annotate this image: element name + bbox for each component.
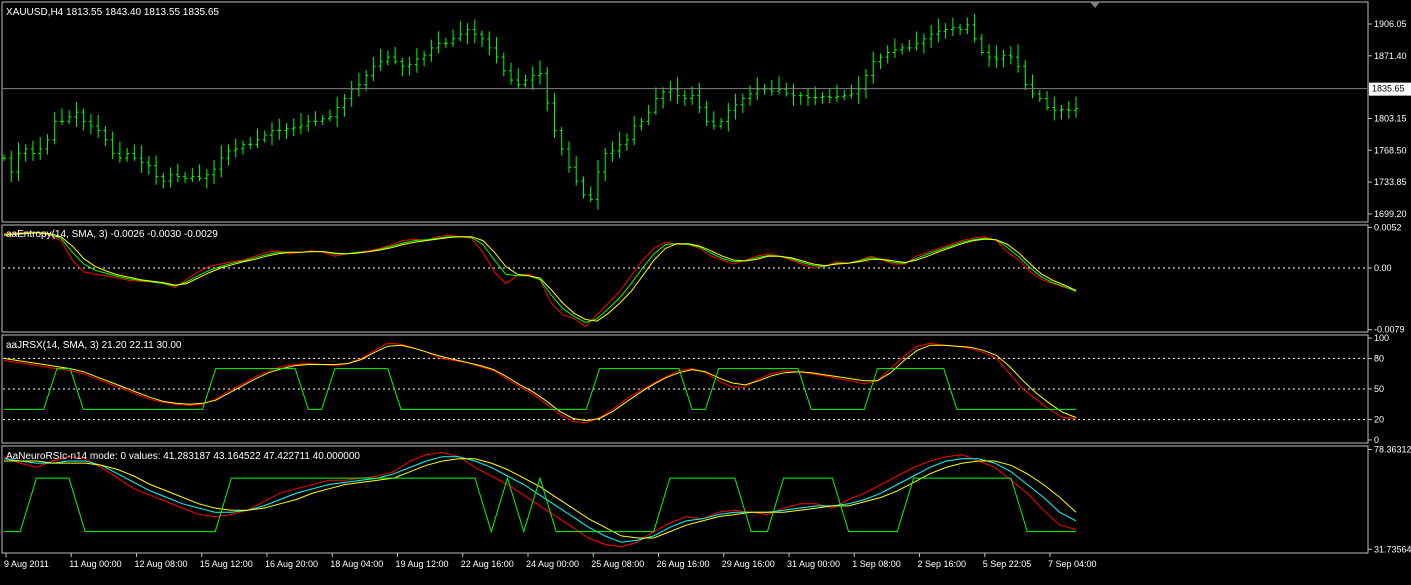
x-tick-label: 11 Aug 00:00 [69, 559, 121, 569]
y-tick-label: 80 [1374, 353, 1384, 363]
x-tick-label: 29 Aug 16:00 [722, 559, 775, 569]
current-price-label-text: 1835.65 [1372, 84, 1405, 94]
y-tick-label: 78.36312 [1374, 445, 1411, 455]
y-tick-label: 1871.40 [1374, 51, 1407, 61]
chart-background [0, 0, 1411, 585]
jrsx-pane-title: aaJRSX(14, SMA, 3) 21.20 22.11 30.00 [6, 340, 182, 351]
x-tick-label: 16 Aug 20:00 [265, 559, 318, 569]
x-tick-label: 5 Sep 22:05 [983, 559, 1032, 569]
x-tick-label: 18 Aug 04:00 [330, 559, 383, 569]
y-tick-label: 31.73564 [1374, 544, 1411, 554]
x-tick-label: 7 Sep 04:00 [1048, 559, 1097, 569]
y-tick-label: 0 [1374, 435, 1379, 445]
y-tick-label: 0.00 [1374, 263, 1392, 273]
x-tick-label: 19 Aug 12:00 [396, 559, 449, 569]
y-tick-label: 0.0052 [1374, 222, 1402, 232]
x-tick-label: 2 Sep 16:00 [918, 559, 967, 569]
x-tick-label: 12 Aug 08:00 [135, 559, 188, 569]
y-tick-label: 1699.20 [1374, 209, 1407, 219]
x-tick-label: 31 Aug 00:00 [787, 559, 840, 569]
entropy-pane-title: aaEntropy(14, SMA, 3) -0.0026 -0.0030 -0… [6, 229, 218, 240]
x-tick-label: 9 Aug 2011 [4, 559, 49, 569]
y-tick-label: 50 [1374, 384, 1384, 394]
x-tick-label: 25 Aug 08:00 [591, 559, 644, 569]
neurorsi-pane-title: AaNeuroRSIc-n14 mode: 0 values: 41.28318… [6, 451, 360, 462]
y-tick-label: 1906.05 [1374, 19, 1407, 29]
y-tick-label: 1733.85 [1374, 177, 1407, 187]
x-tick-label: 24 Aug 00:00 [526, 559, 579, 569]
y-tick-label: 100 [1374, 333, 1389, 343]
y-tick-label: 20 [1374, 415, 1384, 425]
price-pane-title: XAUUSD,H4 1813.55 1843.40 1813.55 1835.6… [6, 7, 219, 18]
y-tick-label: 1803.15 [1374, 113, 1407, 123]
x-tick-label: 1 Sep 08:00 [852, 559, 901, 569]
trading-chart: XAUUSD,H4 1813.55 1843.40 1813.55 1835.6… [0, 0, 1411, 585]
current-price-label: 1835.65 [1369, 82, 1411, 96]
x-tick-label: 26 Aug 16:00 [657, 559, 710, 569]
x-tick-label: 15 Aug 12:00 [200, 559, 253, 569]
y-tick-label: 1768.50 [1374, 145, 1407, 155]
x-tick-label: 22 Aug 16:00 [461, 559, 514, 569]
